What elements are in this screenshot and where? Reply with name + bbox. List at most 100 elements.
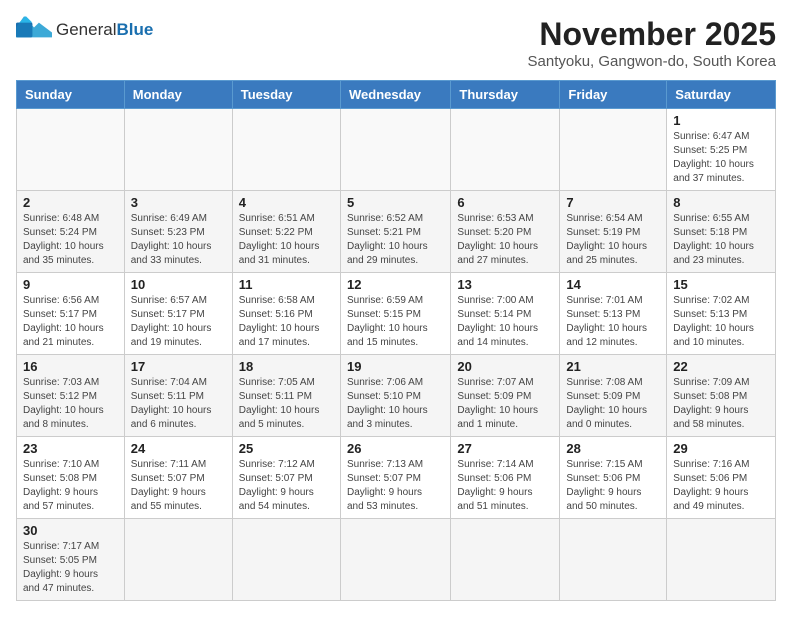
day-info: Sunrise: 7:10 AM Sunset: 5:08 PM Dayligh… (23, 458, 118, 514)
day-info: Sunrise: 7:06 AM Sunset: 5:10 PM Dayligh… (347, 376, 444, 432)
calendar-day-cell: 17Sunrise: 7:04 AM Sunset: 5:11 PM Dayli… (124, 355, 232, 437)
header: GeneralBlue November 2025 Santyoku, Gang… (16, 16, 776, 70)
day-number: 23 (23, 441, 118, 456)
header-saturday: Saturday (667, 81, 776, 109)
logo: GeneralBlue (16, 16, 153, 44)
calendar-table: Sunday Monday Tuesday Wednesday Thursday… (16, 80, 776, 601)
calendar-day-cell: 6 Sunrise: 6:53 AM Sunset: 5:20 PM Daylig… (451, 191, 560, 273)
calendar-day-cell (124, 109, 232, 191)
calendar-day-cell (667, 519, 776, 601)
day-number: 19 (347, 359, 444, 374)
day-info: Sunrise: 6:47 AM Sunset: 5:25 PM Dayligh… (673, 130, 769, 186)
calendar-day-cell: 29 Sunrise: 7:16 AM Sunset: 5:06 PM Dayli… (667, 437, 776, 519)
header-monday: Monday (124, 81, 232, 109)
calendar-day-cell: 22Sunrise: 7:09 AM Sunset: 5:08 PM Dayli… (667, 355, 776, 437)
calendar-day-cell: 7Sunrise: 6:54 AM Sunset: 5:19 PM Daylig… (560, 191, 667, 273)
day-number: 14 (566, 277, 660, 292)
calendar-week-row: 23 Sunrise: 7:10 AM Sunset: 5:08 PM Dayli… (17, 437, 776, 519)
day-number: 30 (23, 523, 118, 538)
day-info: Sunrise: 6:49 AM Sunset: 5:23 PM Dayligh… (131, 212, 226, 268)
calendar-day-cell (340, 519, 450, 601)
calendar-week-row: 30 Sunrise: 7:17 AM Sunset: 5:05 PM Dayli… (17, 519, 776, 601)
day-info: Sunrise: 6:57 AM Sunset: 5:17 PM Dayligh… (131, 294, 226, 350)
day-info: Sunrise: 7:14 AM Sunset: 5:06 PM Dayligh… (457, 458, 553, 514)
calendar-day-cell: 4 Sunrise: 6:51 AM Sunset: 5:22 PM Daylig… (232, 191, 340, 273)
day-info: Sunrise: 7:07 AM Sunset: 5:09 PM Dayligh… (457, 376, 553, 432)
day-info: Sunrise: 7:17 AM Sunset: 5:05 PM Dayligh… (23, 540, 118, 596)
day-number: 13 (457, 277, 553, 292)
day-number: 8 (673, 195, 769, 210)
calendar-day-cell: 3 Sunrise: 6:49 AM Sunset: 5:23 PM Daylig… (124, 191, 232, 273)
day-info: Sunrise: 6:56 AM Sunset: 5:17 PM Dayligh… (23, 294, 118, 350)
calendar-day-cell: 2 Sunrise: 6:48 AM Sunset: 5:24 PM Daylig… (17, 191, 125, 273)
calendar-day-cell (124, 519, 232, 601)
day-info: Sunrise: 6:52 AM Sunset: 5:21 PM Dayligh… (347, 212, 444, 268)
day-info: Sunrise: 7:03 AM Sunset: 5:12 PM Dayligh… (23, 376, 118, 432)
calendar-day-cell: 27Sunrise: 7:14 AM Sunset: 5:06 PM Dayli… (451, 437, 560, 519)
calendar-subtitle: Santyoku, Gangwon-do, South Korea (528, 53, 777, 70)
calendar-day-cell: 10 Sunrise: 6:57 AM Sunset: 5:17 PM Dayli… (124, 273, 232, 355)
day-number: 29 (673, 441, 769, 456)
calendar-day-cell: 1Sunrise: 6:47 AM Sunset: 5:25 PM Daylig… (667, 109, 776, 191)
calendar-day-cell: 19 Sunrise: 7:06 AM Sunset: 5:10 PM Dayli… (340, 355, 450, 437)
calendar-day-cell (560, 109, 667, 191)
day-number: 25 (239, 441, 334, 456)
calendar-day-cell: 24Sunrise: 7:11 AM Sunset: 5:07 PM Dayli… (124, 437, 232, 519)
calendar-day-cell: 9 Sunrise: 6:56 AM Sunset: 5:17 PM Daylig… (17, 273, 125, 355)
calendar-week-row: 9 Sunrise: 6:56 AM Sunset: 5:17 PM Daylig… (17, 273, 776, 355)
calendar-day-cell: 15Sunrise: 7:02 AM Sunset: 5:13 PM Dayli… (667, 273, 776, 355)
day-number: 10 (131, 277, 226, 292)
day-number: 9 (23, 277, 118, 292)
calendar-week-row: 16Sunrise: 7:03 AM Sunset: 5:12 PM Dayli… (17, 355, 776, 437)
calendar-day-cell (340, 109, 450, 191)
day-number: 26 (347, 441, 444, 456)
day-number: 5 (347, 195, 444, 210)
calendar-day-cell (451, 109, 560, 191)
calendar-day-cell: 11Sunrise: 6:58 AM Sunset: 5:16 PM Dayli… (232, 273, 340, 355)
day-info: Sunrise: 6:51 AM Sunset: 5:22 PM Dayligh… (239, 212, 334, 268)
calendar-week-row: 1Sunrise: 6:47 AM Sunset: 5:25 PM Daylig… (17, 109, 776, 191)
day-number: 3 (131, 195, 226, 210)
calendar-day-cell: 8 Sunrise: 6:55 AM Sunset: 5:18 PM Daylig… (667, 191, 776, 273)
day-number: 4 (239, 195, 334, 210)
day-number: 22 (673, 359, 769, 374)
day-info: Sunrise: 6:55 AM Sunset: 5:18 PM Dayligh… (673, 212, 769, 268)
header-tuesday: Tuesday (232, 81, 340, 109)
calendar-day-cell: 18Sunrise: 7:05 AM Sunset: 5:11 PM Dayli… (232, 355, 340, 437)
calendar-day-cell (232, 109, 340, 191)
calendar-day-cell: 21 Sunrise: 7:08 AM Sunset: 5:09 PM Dayli… (560, 355, 667, 437)
day-info: Sunrise: 7:16 AM Sunset: 5:06 PM Dayligh… (673, 458, 769, 514)
calendar-day-cell: 12Sunrise: 6:59 AM Sunset: 5:15 PM Dayli… (340, 273, 450, 355)
day-number: 2 (23, 195, 118, 210)
calendar-day-cell: 28Sunrise: 7:15 AM Sunset: 5:06 PM Dayli… (560, 437, 667, 519)
calendar-day-cell: 14Sunrise: 7:01 AM Sunset: 5:13 PM Dayli… (560, 273, 667, 355)
header-wednesday: Wednesday (340, 81, 450, 109)
calendar-day-cell (451, 519, 560, 601)
title-area: November 2025 Santyoku, Gangwon-do, Sout… (528, 16, 777, 70)
calendar-day-cell: 16Sunrise: 7:03 AM Sunset: 5:12 PM Dayli… (17, 355, 125, 437)
day-info: Sunrise: 7:04 AM Sunset: 5:11 PM Dayligh… (131, 376, 226, 432)
day-info: Sunrise: 7:02 AM Sunset: 5:13 PM Dayligh… (673, 294, 769, 350)
day-info: Sunrise: 6:54 AM Sunset: 5:19 PM Dayligh… (566, 212, 660, 268)
day-info: Sunrise: 6:48 AM Sunset: 5:24 PM Dayligh… (23, 212, 118, 268)
day-info: Sunrise: 7:08 AM Sunset: 5:09 PM Dayligh… (566, 376, 660, 432)
day-number: 21 (566, 359, 660, 374)
calendar-day-cell: 20Sunrise: 7:07 AM Sunset: 5:09 PM Dayli… (451, 355, 560, 437)
calendar-title: November 2025 (528, 16, 777, 53)
day-number: 12 (347, 277, 444, 292)
day-info: Sunrise: 6:53 AM Sunset: 5:20 PM Dayligh… (457, 212, 553, 268)
calendar-day-cell: 23 Sunrise: 7:10 AM Sunset: 5:08 PM Dayli… (17, 437, 125, 519)
calendar-week-row: 2 Sunrise: 6:48 AM Sunset: 5:24 PM Daylig… (17, 191, 776, 273)
day-info: Sunrise: 7:15 AM Sunset: 5:06 PM Dayligh… (566, 458, 660, 514)
day-info: Sunrise: 7:11 AM Sunset: 5:07 PM Dayligh… (131, 458, 226, 514)
header-friday: Friday (560, 81, 667, 109)
logo-icon (16, 16, 52, 44)
day-number: 11 (239, 277, 334, 292)
day-number: 18 (239, 359, 334, 374)
calendar-day-cell: 26Sunrise: 7:13 AM Sunset: 5:07 PM Dayli… (340, 437, 450, 519)
day-info: Sunrise: 7:12 AM Sunset: 5:07 PM Dayligh… (239, 458, 334, 514)
day-number: 6 (457, 195, 553, 210)
calendar-day-cell (232, 519, 340, 601)
calendar-day-cell: 25 Sunrise: 7:12 AM Sunset: 5:07 PM Dayli… (232, 437, 340, 519)
header-thursday: Thursday (451, 81, 560, 109)
